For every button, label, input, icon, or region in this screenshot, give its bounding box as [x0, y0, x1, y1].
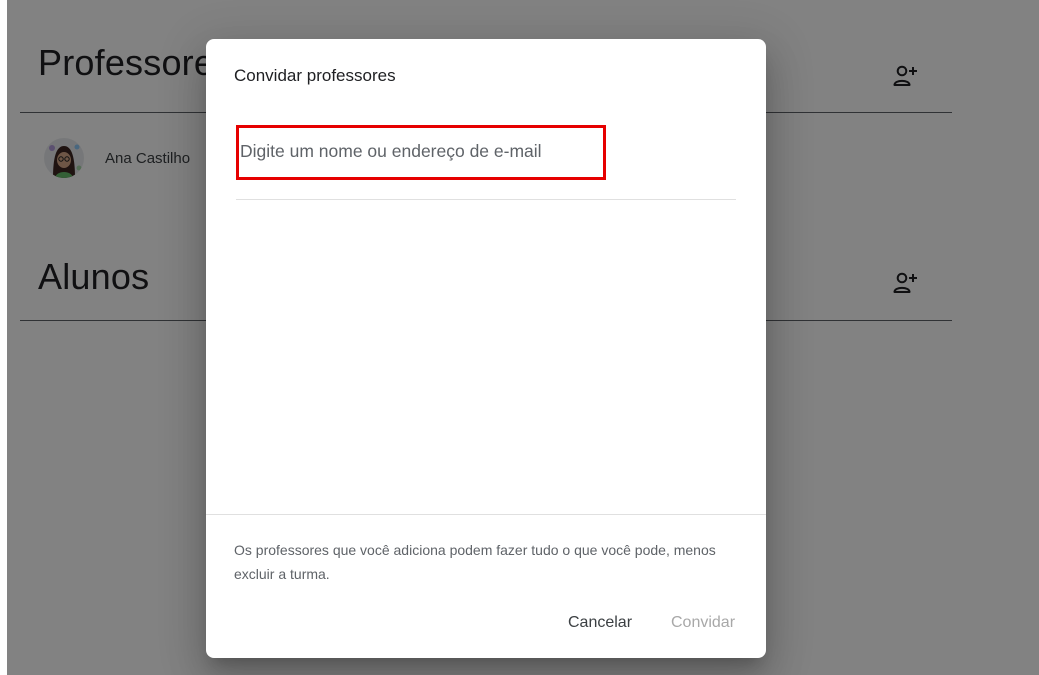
name-or-email-input[interactable] [239, 141, 603, 164]
invite-field-highlight [236, 125, 606, 180]
invite-teachers-dialog: Convidar professores Os professores que … [206, 39, 766, 658]
footer-divider [206, 514, 766, 515]
input-underline [236, 199, 736, 200]
dialog-title: Convidar professores [234, 66, 396, 85]
cancel-button[interactable]: Cancelar [568, 614, 632, 632]
permissions-note: Os professores que você adiciona podem f… [234, 542, 716, 582]
window-edge [0, 0, 7, 675]
invite-button[interactable]: Convidar [671, 614, 735, 632]
